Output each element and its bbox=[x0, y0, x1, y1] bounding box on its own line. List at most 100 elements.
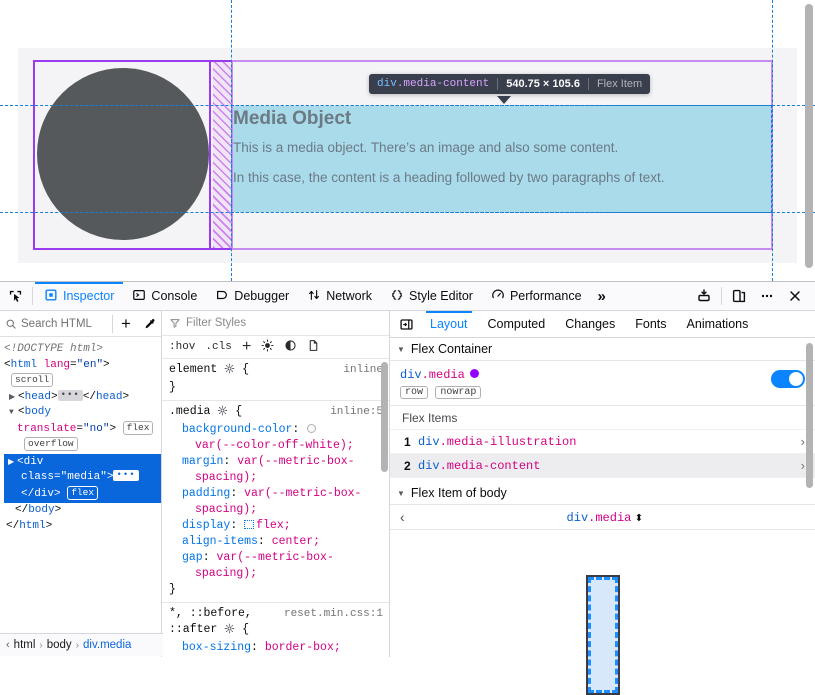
tab-animations[interactable]: Animations bbox=[677, 311, 759, 338]
breadcrumb-scroll-left-icon[interactable]: ‹ bbox=[6, 639, 10, 651]
rule-selector[interactable]: element bbox=[169, 363, 217, 376]
markup-tree[interactable]: <!DOCTYPE html> <html lang="en"> scroll … bbox=[0, 337, 161, 657]
search-input[interactable]: Search HTML bbox=[5, 318, 110, 330]
page-scrollbar[interactable] bbox=[805, 4, 813, 268]
flex-container-card: div.media row nowrap bbox=[390, 361, 815, 406]
infobar-divider-2 bbox=[588, 78, 589, 90]
breadcrumb-item-html[interactable]: html bbox=[14, 639, 36, 651]
flex-overlay-toggle[interactable] bbox=[771, 370, 805, 388]
flex-container-selector[interactable]: div.media bbox=[400, 368, 771, 382]
flex-item-current-selector[interactable]: div.media ⬍ bbox=[405, 510, 805, 525]
tab-debugger-label: Debugger bbox=[234, 289, 289, 303]
responsive-design-mode-icon[interactable] bbox=[726, 283, 752, 309]
rule-universal-reset[interactable]: *, ::before, reset.min.css:1 ::after { b… bbox=[162, 603, 389, 657]
rule-origin[interactable]: inline bbox=[343, 362, 383, 378]
rules-list[interactable]: element { inline } .media { inline:5 bac… bbox=[162, 359, 389, 657]
markup-html-badge[interactable]: scroll bbox=[4, 373, 161, 390]
light-scheme-icon[interactable] bbox=[261, 339, 274, 356]
rule-origin[interactable]: inline:5 bbox=[330, 404, 383, 420]
markup-body-badge-overflow[interactable]: overflow bbox=[4, 437, 161, 454]
markup-body-attrs[interactable]: translate="no"> flex bbox=[4, 421, 161, 438]
chevron-right-icon[interactable]: › bbox=[801, 434, 805, 449]
add-node-button[interactable]: + bbox=[115, 316, 137, 332]
gear-icon[interactable] bbox=[224, 363, 235, 380]
chevron-right-icon[interactable]: › bbox=[801, 458, 805, 473]
toolbar-separator bbox=[32, 287, 33, 305]
tab-overflow-button[interactable]: » bbox=[591, 282, 613, 311]
toggle-sidebar-icon[interactable] bbox=[392, 311, 420, 337]
layout-sidebar: Layout Computed Changes Fonts Animations… bbox=[390, 311, 815, 657]
tab-inspector[interactable]: Inspector bbox=[35, 282, 123, 311]
infobar-arrow bbox=[497, 96, 511, 104]
tab-layout[interactable]: Layout bbox=[420, 311, 478, 338]
page-viewport[interactable]: Media Object This is a media object. The… bbox=[0, 0, 815, 281]
element-picker-icon[interactable] bbox=[0, 282, 30, 310]
rule-media[interactable]: .media { inline:5 background-color: var(… bbox=[162, 401, 389, 603]
close-icon[interactable] bbox=[782, 283, 808, 309]
tab-computed[interactable]: Computed bbox=[478, 311, 556, 338]
declaration-align-items[interactable]: align-items: center; bbox=[169, 534, 383, 550]
declaration-value[interactable]: var(--color-off-white); bbox=[195, 439, 354, 452]
tab-network[interactable]: Network bbox=[298, 282, 381, 311]
sidebar-scrollbar[interactable] bbox=[806, 343, 813, 488]
flex-color-swatch[interactable] bbox=[470, 369, 479, 378]
print-media-icon[interactable] bbox=[307, 339, 320, 356]
eyedropper-icon[interactable] bbox=[137, 317, 161, 331]
flex-item-header[interactable]: ▼ Flex Item of body bbox=[390, 482, 815, 505]
rules-scrollbar[interactable] bbox=[381, 362, 388, 472]
ellipsis-icon[interactable]: ••• bbox=[58, 390, 83, 401]
declaration-padding[interactable]: padding: var(--metric-box- bbox=[169, 486, 383, 502]
tab-performance[interactable]: Performance bbox=[482, 282, 591, 311]
rule-selector[interactable]: *, ::before, bbox=[169, 606, 252, 622]
flex-item-sizing-diagram bbox=[390, 530, 815, 657]
performance-icon bbox=[491, 288, 505, 305]
tab-changes[interactable]: Changes bbox=[555, 311, 625, 338]
breadcrumb-item-body[interactable]: body bbox=[47, 639, 72, 651]
markup-view: Search HTML + <!DOCTYPE html> <html lang… bbox=[0, 311, 162, 657]
console-icon bbox=[132, 288, 146, 305]
add-rule-icon[interactable]: + bbox=[242, 341, 252, 353]
color-swatch[interactable] bbox=[307, 424, 316, 433]
infobar-kind: Flex Item bbox=[597, 78, 642, 90]
meatball-menu-icon[interactable] bbox=[754, 283, 780, 309]
hov-button[interactable]: :hov bbox=[169, 341, 195, 353]
markup-html-node[interactable]: <html lang="en"> bbox=[4, 358, 161, 374]
declaration-display[interactable]: display: flex; bbox=[169, 518, 383, 534]
markup-selected-node[interactable]: ▶<div class="media">••• </div> flex bbox=[4, 454, 161, 504]
flex-container-header-label: Flex Container bbox=[411, 342, 492, 356]
rule-selector[interactable]: .media bbox=[169, 405, 210, 418]
flex-item-media-content[interactable]: 2 div.media-content › bbox=[390, 454, 815, 478]
chevron-down-icon[interactable]: ▼ bbox=[397, 345, 405, 354]
declaration-gap[interactable]: gap: var(--metric-box- bbox=[169, 550, 383, 566]
tab-console[interactable]: Console bbox=[123, 282, 206, 311]
filter-styles-input[interactable]: Filter Styles bbox=[162, 311, 389, 336]
rules-pseudo-toolbar: :hov .cls + bbox=[162, 336, 389, 359]
declaration-box-sizing[interactable]: box-sizing: border-box; bbox=[169, 640, 383, 656]
filter-icon bbox=[169, 317, 181, 329]
gear-icon[interactable] bbox=[217, 405, 228, 422]
flex-badge-icon[interactable] bbox=[244, 520, 254, 529]
breadcrumb-item-div-media[interactable]: div.media bbox=[83, 639, 131, 651]
rule-origin[interactable]: reset.min.css:1 bbox=[284, 606, 383, 622]
declaration-margin[interactable]: margin: var(--metric-box- bbox=[169, 454, 383, 470]
tab-fonts[interactable]: Fonts bbox=[625, 311, 676, 338]
tab-style-editor[interactable]: Style Editor bbox=[381, 282, 482, 311]
markup-html-close: </html> bbox=[4, 519, 161, 535]
flex-container-header[interactable]: ▼ Flex Container bbox=[390, 338, 815, 361]
twisty-collapsed-icon[interactable]: ▶ bbox=[9, 390, 18, 406]
rule-element-inline[interactable]: element { inline } bbox=[162, 359, 389, 401]
updown-arrows-icon[interactable]: ⬍ bbox=[635, 513, 643, 524]
gear-icon[interactable] bbox=[224, 623, 235, 640]
chevron-down-icon[interactable]: ▼ bbox=[397, 489, 405, 498]
tab-debugger[interactable]: Debugger bbox=[206, 282, 298, 311]
twisty-collapsed-icon[interactable]: ▶ bbox=[8, 455, 17, 471]
twisty-expanded-icon[interactable]: ▼ bbox=[9, 405, 18, 421]
ellipsis-icon[interactable]: ••• bbox=[113, 470, 138, 481]
dark-scheme-icon[interactable] bbox=[284, 339, 297, 356]
declaration-background-color[interactable]: background-color: bbox=[169, 422, 383, 438]
markup-body-node[interactable]: ▼<body bbox=[4, 405, 161, 421]
markup-head-node[interactable]: ▶<head>•••</head> bbox=[4, 390, 161, 406]
flex-item-media-illustration[interactable]: 1 div.media-illustration › bbox=[390, 430, 815, 454]
cls-button[interactable]: .cls bbox=[205, 341, 231, 353]
screenshot-icon[interactable] bbox=[691, 283, 717, 309]
